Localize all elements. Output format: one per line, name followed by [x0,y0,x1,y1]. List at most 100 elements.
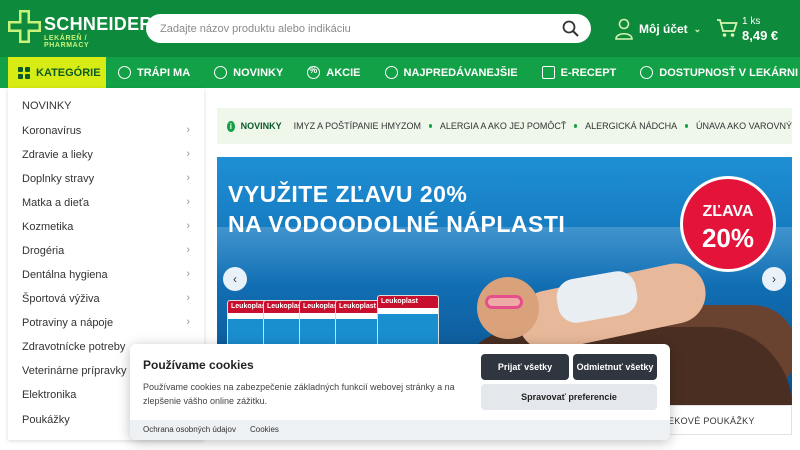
chevron-right-icon: › [186,220,190,232]
badge-label: ZĽAVA [702,203,754,220]
cart-count: 1 ks [742,16,761,27]
nav-item-label: NOVINKY [233,66,284,79]
search-input[interactable] [146,14,546,43]
chevron-right-icon: › [186,148,190,160]
chevron-right-icon: › [186,292,190,304]
cookie-consent-dialog: Používame cookies Používame cookies na z… [130,344,670,440]
new-icon [214,66,228,79]
sidebar-item-label: Drogéria [22,245,65,257]
nav-item-label: AKCIE [326,66,361,79]
sidebar-item-label: Veterinárne prípravky [22,365,127,377]
cart-button[interactable]: 1 ks 8,49 € [716,14,796,44]
account-menu[interactable]: Môj účet ⌄ [615,16,701,42]
sidebar-item-label: Zdravotnícke potreby [22,341,126,353]
banner-headline-line1: VYUŽITE ZĽAVU 20% [228,181,468,207]
nav-item-label: E-RECEPT [560,66,617,79]
manage-preferences-button[interactable]: Spravovať preferencie [481,384,657,410]
cross-logo-icon [8,10,41,43]
cookie-footer: Ochrana osobných údajov Cookies [130,420,670,440]
cart-price: 8,49 € [742,28,779,43]
nav-item-e-recept[interactable]: E-RECEPT [541,66,617,79]
sidebar-item-sportova[interactable]: Športová výživa › [8,287,204,311]
nav-item-trapi-ma[interactable]: TRÁPI MA [118,66,190,79]
grid-icon [18,66,30,79]
sidebar-item-dentalna[interactable]: Dentálna hygiena › [8,263,204,287]
sidebar-item-koronavirus[interactable]: Koronavírus › [8,119,204,143]
sidebar-item-label: NOVINKY [22,100,72,112]
logo-subtitle: LEKÁREŇ / PHARMACY [44,35,90,49]
reject-all-button[interactable]: Odmietnuť všetky [573,354,657,380]
privacy-policy-link[interactable]: Ochrana osobných údajov [143,425,236,434]
sidebar-item-label: Poukážky [22,414,70,426]
categories-label: KATEGÓRIE [36,66,101,79]
pin-icon [118,66,131,79]
nav-item-label: DOSTUPNOSŤ V LEKÁRNI [659,66,798,79]
banner-headline-line2: NA VODOODOLNÉ NÁPLASTI [228,211,566,237]
sidebar-item-label: Dentálna hygiena [22,269,108,281]
dot-separator [574,124,578,128]
tag-link[interactable]: ALERGICKÁ NÁDCHA [585,121,677,131]
sidebar-item-matka[interactable]: Matka a dieťa › [8,191,204,215]
chevron-right-icon: › [186,244,190,256]
nav-item-najpredavanejsie[interactable]: NAJPREDÁVANEJŠIE [384,66,518,79]
logo-title: SCHNEIDER [44,14,153,34]
top-icon [384,66,398,79]
sidebar-item-label: Matka a dieťa [22,197,90,209]
tag-link[interactable]: ALERGIA A AKO JEJ POMÔCŤ [440,121,567,131]
cart-icon [717,19,738,37]
logo[interactable]: SCHNEIDER LEKÁREŇ / PHARMACY [8,8,152,49]
nav-item-label: TRÁPI MA [137,66,191,79]
badge-value: 20% [701,223,755,253]
nav-items: TRÁPI MA NOVINKY AKCIE NAJPREDÁVANEJŠIE … [118,57,800,88]
nav-item-akcie[interactable]: AKCIE [307,65,361,79]
location-icon [640,66,654,79]
chevron-right-icon: › [186,196,190,208]
sidebar-item-label: Doplnky stravy [22,173,95,185]
cookies-link[interactable]: Cookies [250,425,279,434]
chevron-right-icon: › [186,268,190,280]
sidebar-item-label: Elektronika [22,389,77,401]
sidebar-item-kozmetika[interactable]: Kozmetika › [8,215,204,239]
sidebar-item-zdravie[interactable]: Zdravie a lieky › [8,143,204,167]
sidebar-item-drogeria[interactable]: Drogéria › [8,239,204,263]
categories-button[interactable]: KATEGÓRIE [8,57,106,88]
account-label: Môj účet [639,22,688,36]
search-bar [146,14,591,43]
banner-caption-text: EKOVÉ POUKÁŽKY [668,416,755,426]
chevron-right-icon: › [186,124,190,136]
carousel-next-button[interactable]: › [762,267,786,291]
sidebar-item-potraviny[interactable]: Potraviny a nápoje › [8,311,204,335]
cookie-title: Používame cookies [143,358,254,372]
chevron-right-icon: › [186,316,190,328]
carousel-prev-button[interactable]: ‹ [223,267,247,291]
tags-title: NOVINKY [240,121,282,131]
info-icon: i [227,120,235,132]
percent-icon [307,65,321,79]
tag-link[interactable]: IMYZ A POŠTÍPANIE HMYZOM [294,121,421,131]
site-header: SCHNEIDER LEKÁREŇ / PHARMACY Môj účet ⌄ … [0,0,800,57]
dot-separator [429,124,432,128]
main-nav: KATEGÓRIE TRÁPI MA NOVINKY AKCIE NAJPRED… [0,57,800,88]
topic-tags-bar: i NOVINKY IMYZ A POŠTÍPANIE HMYZOM ALERG… [217,108,792,144]
dot-separator [685,124,688,128]
banner-photo-goggles [485,295,523,309]
sidebar-item-label: Zdravie a lieky [22,149,93,161]
chevron-right-icon: › [186,172,190,184]
accept-all-button[interactable]: Prijať všetky [481,354,569,380]
sidebar-item-novinky[interactable]: NOVINKY [8,94,204,118]
tag-link[interactable]: ÚNAVA AKO VAROVNÝ [696,121,792,131]
nav-item-novinky[interactable]: NOVINKY [214,66,283,79]
user-icon [615,18,633,40]
sidebar-item-label: Koronavírus [22,125,82,137]
sidebar-item-label: Športová výživa [22,293,100,305]
chevron-down-icon: ⌄ [693,23,702,34]
banner-headline: VYUŽITE ZĽAVU 20% NA VODOODOLNÉ NÁPLASTI [228,179,565,239]
cookie-description: Používame cookies na zabezpečenie základ… [143,382,455,406]
document-icon [541,66,555,79]
sidebar-item-label: Kozmetika [22,221,74,233]
sidebar-item-label: Potraviny a nápoje [22,317,114,329]
nav-item-dostupnost[interactable]: DOSTUPNOSŤ V LEKÁRNI [640,66,798,79]
discount-badge: ZĽAVA 20% [680,176,776,272]
sidebar-item-doplnky[interactable]: Doplnky stravy › [8,167,204,191]
search-icon[interactable] [562,20,579,37]
